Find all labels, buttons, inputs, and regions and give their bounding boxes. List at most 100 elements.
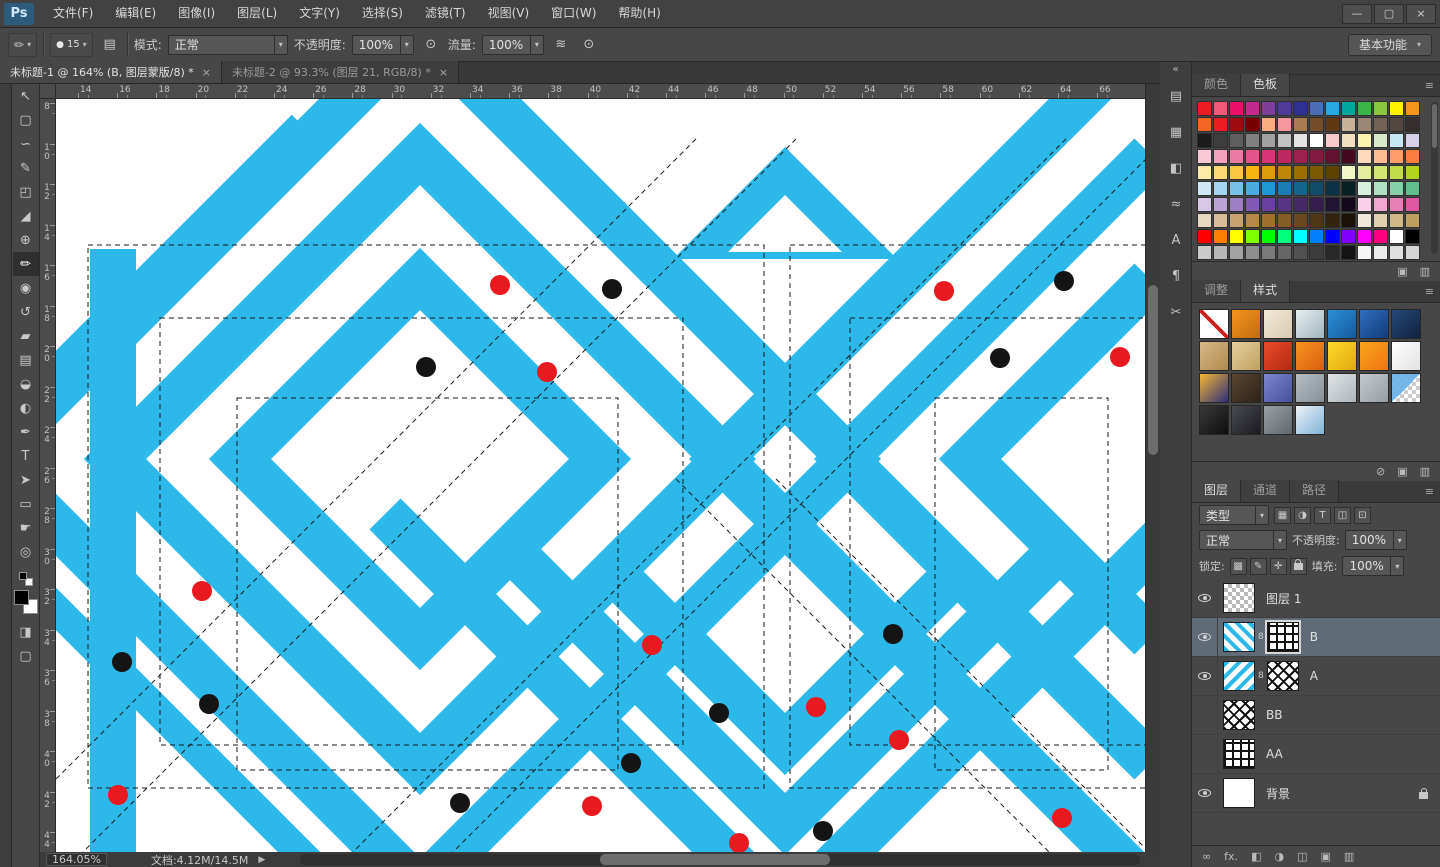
color-swatch[interactable] (1405, 117, 1420, 132)
new-group-icon[interactable]: ◫ (1297, 850, 1307, 863)
color-swatch[interactable] (1213, 117, 1228, 132)
quick-selection-tool[interactable]: ✎ (13, 156, 39, 180)
link-layers-icon[interactable]: ∞ (1202, 850, 1211, 863)
color-swatch[interactable] (1277, 197, 1292, 212)
dodge-tool[interactable]: ◐ (13, 396, 39, 420)
color-swatch[interactable] (1309, 165, 1324, 180)
layer-visibility-toggle[interactable] (1192, 774, 1218, 812)
color-swatch[interactable] (1309, 245, 1324, 260)
layer-row[interactable]: 背景 (1192, 774, 1440, 813)
default-colors-icon[interactable] (19, 572, 33, 586)
tab-channels[interactable]: 通道 (1241, 480, 1290, 502)
filter-pixel-layers-icon[interactable]: ▦ (1274, 507, 1291, 524)
color-swatch[interactable] (1309, 197, 1324, 212)
color-swatch[interactable] (1277, 245, 1292, 260)
color-swatch[interactable] (1197, 165, 1212, 180)
lock-paint-icon[interactable]: ✎ (1250, 558, 1267, 575)
filter-shape-layers-icon[interactable]: ◫ (1334, 507, 1351, 524)
style-swatch[interactable] (1199, 341, 1229, 371)
style-swatch[interactable] (1391, 341, 1421, 371)
color-swatch[interactable] (1389, 213, 1404, 228)
swatches-scrollbar[interactable] (1431, 102, 1438, 254)
delete-layer-icon[interactable]: ▥ (1344, 850, 1354, 863)
airbrush-icon[interactable]: ≋ (550, 34, 572, 56)
color-swatch[interactable] (1325, 117, 1340, 132)
color-swatch[interactable] (1213, 213, 1228, 228)
clear-style-icon[interactable]: ⊘ (1376, 465, 1385, 478)
color-swatch[interactable] (1357, 245, 1372, 260)
color-swatch[interactable] (1357, 197, 1372, 212)
color-swatch[interactable] (1197, 181, 1212, 196)
blur-tool[interactable]: ◒ (13, 372, 39, 396)
color-swatch[interactable] (1277, 213, 1292, 228)
style-swatch[interactable] (1231, 309, 1261, 339)
eyedropper-tool[interactable]: ◢ (13, 204, 39, 228)
canvas[interactable] (56, 99, 1145, 852)
zoom-level-field[interactable]: 164.05% (46, 853, 107, 866)
toggle-brush-panel-icon[interactable]: ▤ (99, 34, 121, 56)
lock-transparency-icon[interactable]: ▩ (1230, 558, 1247, 575)
filter-adjustment-layers-icon[interactable]: ◑ (1294, 507, 1311, 524)
brush-preset-picker[interactable]: ● 15 ▾ (50, 33, 93, 57)
color-swatch[interactable] (1293, 229, 1308, 244)
color-swatch[interactable] (1197, 229, 1212, 244)
color-swatch[interactable] (1293, 165, 1308, 180)
color-swatch[interactable] (1261, 245, 1276, 260)
color-swatch[interactable] (1293, 101, 1308, 116)
menu-item[interactable]: 编辑(E) (104, 0, 167, 27)
pressure-size-icon[interactable]: ⊙ (578, 34, 600, 56)
color-swatch[interactable] (1277, 165, 1292, 180)
color-swatch[interactable] (1197, 149, 1212, 164)
menu-item[interactable]: 选择(S) (351, 0, 414, 27)
color-swatch[interactable] (1229, 101, 1244, 116)
tool-preset-picker[interactable]: ✏ ▾ (8, 33, 37, 57)
style-swatch[interactable] (1359, 373, 1389, 403)
color-swatch[interactable] (1261, 213, 1276, 228)
style-swatch[interactable] (1263, 309, 1293, 339)
marquee-tool[interactable]: ▢ (13, 108, 39, 132)
color-swatch[interactable] (1341, 213, 1356, 228)
style-swatch[interactable] (1199, 309, 1229, 339)
color-swatch[interactable] (1341, 133, 1356, 148)
filter-type-layers-icon[interactable]: T (1314, 507, 1331, 524)
color-swatch[interactable] (1309, 117, 1324, 132)
color-swatch[interactable] (1213, 149, 1228, 164)
color-swatch[interactable] (1309, 181, 1324, 196)
layer-row[interactable]: AA (1192, 735, 1440, 774)
style-swatch[interactable] (1359, 309, 1389, 339)
style-swatch[interactable] (1295, 309, 1325, 339)
color-swatch[interactable] (1405, 165, 1420, 180)
menu-item[interactable]: 图层(L) (226, 0, 288, 27)
horizontal-ruler[interactable]: 1416182022242628303234363840424446485052… (56, 84, 1145, 99)
color-swatch[interactable] (1229, 181, 1244, 196)
layer-style-icon[interactable]: fx. (1224, 850, 1238, 863)
tab-layers[interactable]: 图层 (1192, 480, 1241, 502)
color-swatch[interactable] (1357, 165, 1372, 180)
color-swatch[interactable] (1373, 101, 1388, 116)
vertical-scrollbar-thumb[interactable] (1148, 285, 1158, 455)
color-swatch[interactable] (1293, 117, 1308, 132)
menu-item[interactable]: 文件(F) (42, 0, 104, 27)
panel-icon-paragraph[interactable]: ¶ (1160, 258, 1192, 294)
color-swatch[interactable] (1245, 181, 1260, 196)
layer-visibility-toggle[interactable] (1192, 696, 1218, 734)
color-swatch[interactable] (1373, 229, 1388, 244)
menu-item[interactable]: 文字(Y) (288, 0, 351, 27)
layer-row[interactable]: 8B (1192, 618, 1440, 657)
color-swatch[interactable] (1325, 197, 1340, 212)
tab-close-icon[interactable]: × (439, 66, 448, 79)
brush-tool[interactable]: ✏ (13, 252, 39, 276)
swatches-scrollbar-thumb[interactable] (1432, 104, 1437, 148)
opacity-select[interactable]: 100% ▾ (352, 35, 414, 55)
color-swatch[interactable] (1261, 181, 1276, 196)
color-swatch[interactable] (1389, 197, 1404, 212)
color-swatch[interactable] (1341, 245, 1356, 260)
style-swatch[interactable] (1231, 405, 1261, 435)
restore-button[interactable]: ▢ (1374, 4, 1404, 24)
color-swatch[interactable] (1341, 229, 1356, 244)
color-swatch[interactable] (1341, 165, 1356, 180)
color-swatch[interactable] (1245, 133, 1260, 148)
hand-tool[interactable]: ☛ (13, 516, 39, 540)
color-swatch[interactable] (1293, 181, 1308, 196)
color-swatch[interactable] (1245, 197, 1260, 212)
